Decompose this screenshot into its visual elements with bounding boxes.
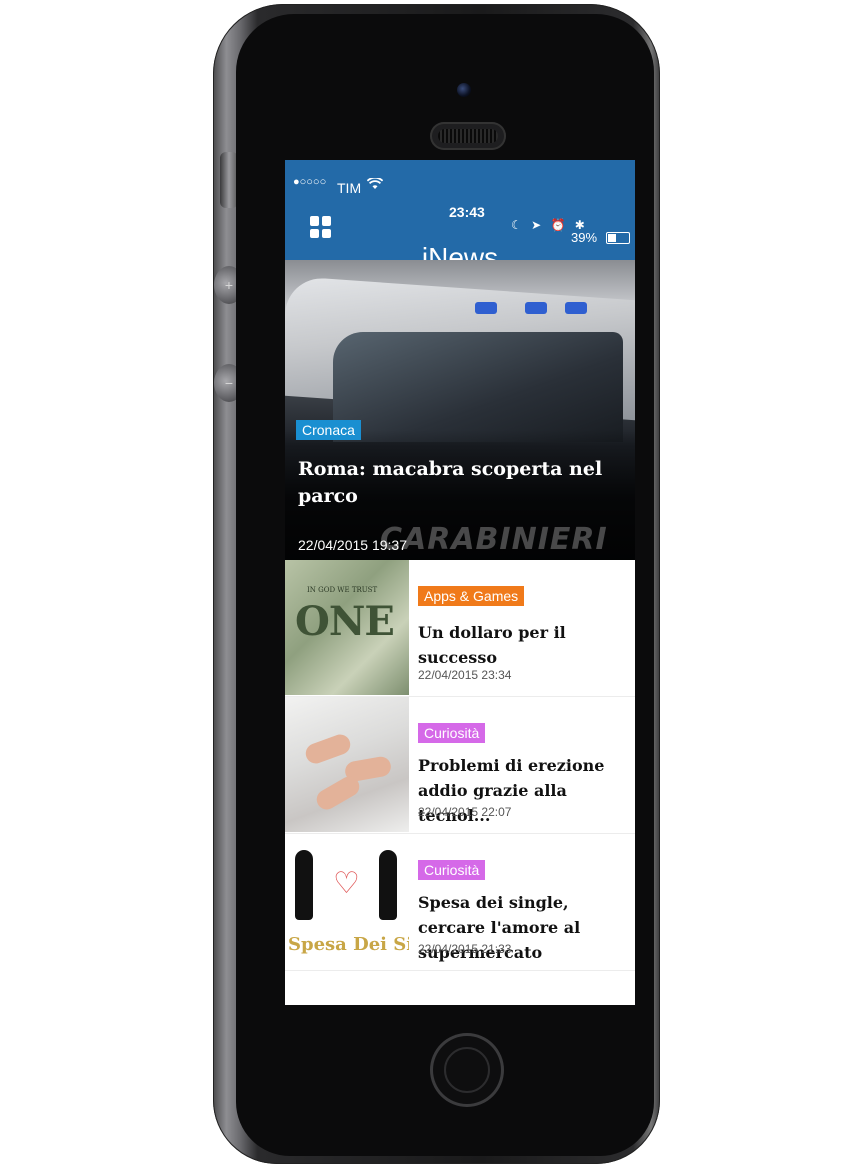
siren-light: [565, 302, 587, 314]
article-date: 22/04/2015 22:07: [418, 805, 512, 819]
list-item[interactable]: Curiosità Problemi di erezione addio gra…: [285, 697, 635, 834]
list-item[interactable]: ♡ Spesa Dei Singl Curiosità Spesa dei si…: [285, 834, 635, 971]
status-bar: ●○○○○ TIM 23:43 ☾ ➤ ⏰ ✱ 39% iNews: [285, 160, 635, 292]
siren-light: [475, 302, 497, 314]
hero-article[interactable]: CARABINIERI Cronaca Roma: macabra scoper…: [285, 260, 635, 598]
thumbnail-text: ONE: [295, 598, 395, 645]
list-item[interactable]: IN GOD WE TRUST ONE Apps & Games Un doll…: [285, 560, 635, 697]
app-screen: ●○○○○ TIM 23:43 ☾ ➤ ⏰ ✱ 39% iNews CARABI…: [285, 160, 635, 1005]
article-thumbnail: [285, 697, 409, 832]
wifi-icon: [366, 176, 384, 193]
thumbnail-text: Spesa Dei Singl: [288, 934, 409, 955]
thumb-shape: [313, 772, 363, 814]
article-list: IN GOD WE TRUST ONE Apps & Games Un doll…: [285, 560, 635, 971]
article-thumbnail: ♡ Spesa Dei Singl: [285, 834, 409, 969]
thumb-shape: [295, 850, 313, 920]
article-thumbnail: IN GOD WE TRUST ONE: [285, 560, 409, 695]
article-date: 22/04/2015 21:33: [418, 942, 512, 956]
home-button[interactable]: [430, 1033, 504, 1107]
thumbnail-text: IN GOD WE TRUST: [307, 586, 378, 594]
hero-title: Roma: macabra scoperta nel parco: [298, 458, 603, 507]
thumb-shape: [379, 850, 397, 920]
article-title: Un dollaro per il successo: [418, 623, 566, 667]
front-camera: [457, 83, 471, 97]
hero-date: 22/04/2015 19:37: [298, 537, 407, 553]
category-badge: Curiosità: [418, 860, 486, 880]
siren-light: [525, 302, 547, 314]
category-badge: Curiosità: [418, 723, 486, 743]
status-time: 23:43: [449, 204, 485, 220]
carrier-name: TIM: [337, 180, 362, 196]
car-window: [333, 332, 623, 442]
menu-grid-icon[interactable]: [310, 216, 332, 238]
hero-watermark: CARABINIERI: [380, 522, 608, 557]
heart-icon: ♡: [333, 867, 360, 900]
article-date: 22/04/2015 23:34: [418, 668, 512, 682]
category-badge: Cronaca: [296, 420, 361, 440]
thumb-shape: [302, 731, 354, 767]
earpiece-speaker: [430, 122, 506, 150]
category-badge: Apps & Games: [418, 586, 525, 606]
signal-strength: ●○○○○: [293, 176, 327, 188]
